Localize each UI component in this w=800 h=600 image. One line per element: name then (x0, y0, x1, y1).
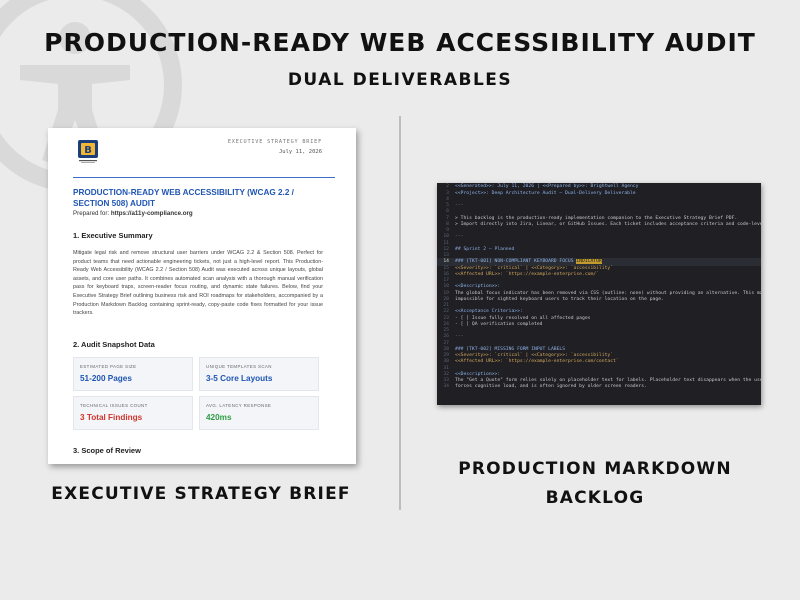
brief-prepared-for: Prepared for: https://a11y-compliance.or… (73, 210, 193, 217)
code-text: - [ ] QA verification completed (455, 321, 543, 327)
code-text: - [ ] Issue fully resolved on all affect… (455, 315, 591, 321)
snapshot-value: 420ms (206, 413, 232, 422)
label-markdown-line2: BACKLOG (545, 488, 645, 508)
code-text: > Import directly into Jira, Linear, or … (455, 221, 761, 227)
section-heading-snapshot: 2. Audit Snapshot Data (73, 340, 155, 349)
line-number: 34 (443, 384, 449, 390)
code-text: The "Get a Quote" form relies solely on … (455, 378, 761, 383)
code-text: --- (455, 334, 464, 340)
snapshot-value: 3 Total Findings (80, 413, 143, 422)
code-text: impossible for sighted keyboard users to… (455, 296, 664, 302)
snapshot-card-page-size: ESTIMATED PAGE SIZE 51-200 Pages (73, 357, 193, 391)
executive-brief-preview: B EXECUTIVE STRATEGY BRIEF July 11, 2026… (48, 128, 356, 464)
executive-summary-text: Mitigate legal risk and remove structura… (73, 250, 323, 317)
page-title: PRODUCTION-READY WEB ACCESSIBILITY AUDIT (44, 28, 756, 57)
snapshot-label: TECHNICAL ISSUES COUNT (80, 403, 148, 408)
snapshot-label: ESTIMATED PAGE SIZE (80, 364, 137, 369)
code-text: <<Generated>>: July 11, 2026 | <<Prepare… (455, 184, 639, 190)
snapshot-label: UNIQUE TEMPLATES SCAN (206, 364, 272, 369)
section-heading-executive-summary: 1. Executive Summary (73, 231, 153, 240)
code-text: --- (455, 203, 464, 208)
code-text: <<Affected URL>>: `https://example-enter… (455, 359, 619, 365)
code-text: <<Project>>: Deep Architecture Audit — D… (455, 190, 636, 196)
label-markdown-backlog: PRODUCTION MARKDOWN BACKLOG (430, 455, 760, 513)
code-text: ### [TKT-001] NON-COMPLIANT KEYBOARD FOC… (455, 259, 574, 265)
snapshot-label: AVG. LATENCY RESPONSE (206, 403, 272, 408)
code-text: <<Description>>: (455, 371, 501, 377)
prepared-for-url: https://a11y-compliance.org (110, 210, 193, 217)
label-executive-brief: EXECUTIVE STRATEGY BRIEF (51, 484, 351, 504)
code-text: <<Severity>>: `critical` | <<Category>>:… (455, 353, 614, 358)
code-text: <<Affected URL>>: `https://example-enter… (455, 271, 599, 277)
code-text: forces cognitive load, and is often igno… (455, 384, 647, 390)
code-text: <<Description>>: (455, 284, 501, 290)
brief-header-label: EXECUTIVE STRATEGY BRIEF (227, 139, 322, 145)
svg-text:B: B (84, 145, 92, 156)
brightwell-logo-icon: B (78, 140, 98, 163)
code-highlight: INDICATOR (576, 259, 602, 265)
code-text: ### [TKT-002] MISSING FORM INPUT LABELS (455, 346, 566, 352)
code-text: > This backlog is the production-ready i… (455, 215, 738, 221)
snapshot-card-templates: UNIQUE TEMPLATES SCAN 3-5 Core Layouts (199, 357, 319, 391)
label-markdown-line1: PRODUCTION MARKDOWN (458, 459, 732, 479)
snapshot-card-issues: TECHNICAL ISSUES COUNT 3 Total Findings (73, 396, 193, 430)
brief-date: July 11, 2026 (278, 149, 322, 155)
code-text: <<Acceptance Criteria>>: (455, 309, 523, 315)
code-text: <<Severity>>: `critical` | <<Category>>:… (455, 265, 614, 271)
page-subtitle: DUAL DELIVERABLES (287, 70, 513, 90)
code-text: --- (455, 234, 464, 240)
snapshot-card-latency: AVG. LATENCY RESPONSE 420ms (199, 396, 319, 430)
center-divider (399, 116, 401, 510)
markdown-backlog-preview: 1<<Project Title>>: Production-Ready Web… (437, 183, 761, 405)
brief-header-rule (73, 177, 335, 178)
snapshot-value: 51-200 Pages (80, 374, 132, 383)
section-heading-scope: 3. Scope of Review (73, 446, 141, 455)
code-line: 34 forces cognitive load, and is often ig… (437, 383, 761, 391)
brief-title: PRODUCTION-READY WEB ACCESSIBILITY (WCAG… (73, 188, 294, 208)
code-text: The global focus indicator has been remo… (455, 290, 761, 296)
code-text: ## Sprint 2 — Planned (455, 246, 515, 252)
prepared-for-label: Prepared for: (73, 210, 110, 217)
snapshot-value: 3-5 Core Layouts (206, 374, 273, 383)
